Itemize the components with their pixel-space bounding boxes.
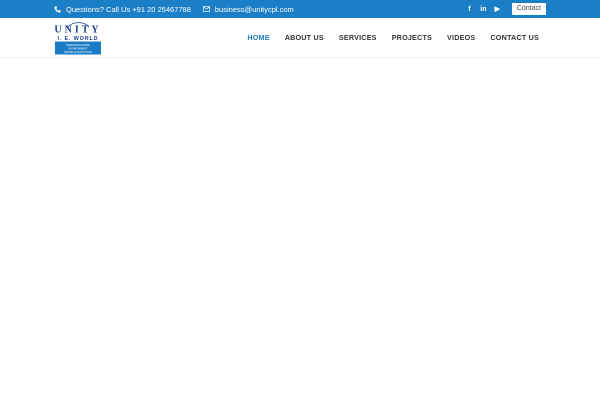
nav-item-projects[interactable]: PROJECTS <box>392 33 432 42</box>
youtube-icon[interactable]: ▶ <box>491 3 504 16</box>
nav-item-services[interactable]: SERVICES <box>339 33 377 42</box>
envelope-icon <box>202 6 210 12</box>
logo-tagline-line: WATER & SANITATION <box>64 50 92 54</box>
main-content <box>0 58 600 400</box>
logo-tagline-line: ENVIRONMENT <box>68 47 88 51</box>
nav-item-about-us[interactable]: ABOUT US <box>285 33 324 42</box>
contact-info: Questions? Call Us +91 20 25467788 busin… <box>54 0 306 18</box>
nav-item-home[interactable]: HOME <box>247 33 269 42</box>
contact-button[interactable]: Contact <box>511 3 546 15</box>
nav-item-videos[interactable]: VIDEOS <box>447 33 475 42</box>
logo-graphic: UNITY I. E. WORLD INFRASTRUCTURE ENVIRON… <box>54 22 101 55</box>
logo-subtitle: I. E. WORLD <box>58 36 99 42</box>
top-bar: Questions? Call Us +91 20 25467788 busin… <box>0 0 600 18</box>
site-header: UNITY I. E. WORLD INFRASTRUCTURE ENVIRON… <box>0 18 600 58</box>
phone-icon <box>54 5 61 13</box>
site-logo[interactable]: UNITY I. E. WORLD INFRASTRUCTURE ENVIRON… <box>54 21 102 55</box>
phone-info[interactable]: Questions? Call Us +91 20 25467788 <box>54 5 191 14</box>
email-text: business@unitycpl.com <box>214 4 294 14</box>
main-nav: HOME ABOUT US SERVICES PROJECTS VIDEOS C… <box>232 18 539 57</box>
logo-brand-text: UNITY <box>54 25 101 36</box>
facebook-icon[interactable]: f <box>463 3 476 16</box>
logo-tagline-line: INFRASTRUCTURE <box>66 43 90 47</box>
email-info[interactable]: business@unitycpl.com <box>202 4 294 14</box>
social-links: f in ▶ <box>462 3 504 16</box>
nav-item-contact-us[interactable]: CONTACT US <box>490 33 539 42</box>
phone-text: Questions? Call Us +91 20 25467788 <box>66 4 191 14</box>
linkedin-icon[interactable]: in <box>477 3 490 16</box>
topbar-right: f in ▶ Contact <box>462 0 546 18</box>
